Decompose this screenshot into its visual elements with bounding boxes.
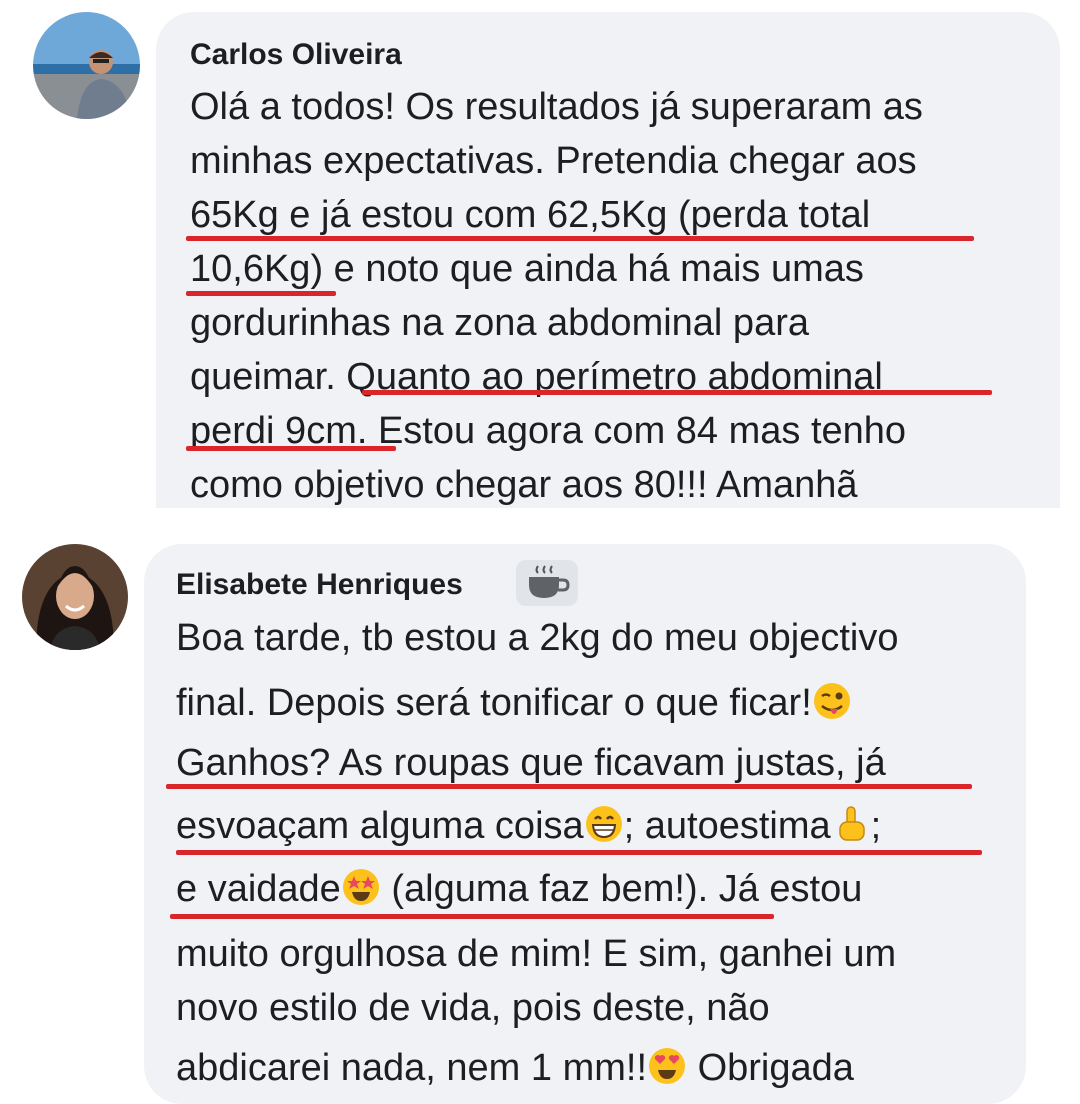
comment-text-line: 65Kg e já estou com 62,5Kg (perda total — [190, 194, 871, 236]
heart-eyes-emoji — [647, 1046, 687, 1086]
grinning-emoji — [584, 804, 624, 844]
comment-text-line: abdicarei nada, nem 1 mm!! Obrigada — [176, 1046, 854, 1089]
highlight-underline — [362, 390, 992, 395]
comment-text-line: Ganhos? As roupas que ficavam justas, já — [176, 742, 886, 784]
author-badge[interactable] — [516, 560, 578, 606]
comment-text-line: muito orgulhosa de mim! E sim, ganhei um — [176, 933, 897, 975]
avatar-carlos[interactable] — [33, 12, 140, 119]
comment-text-line: Boa tarde, tb estou a 2kg do meu objecti… — [176, 617, 899, 659]
star-struck-emoji — [341, 867, 381, 907]
comment-text-line: e vaidade (alguma faz bem!). Já estou — [176, 867, 863, 910]
highlight-underline — [170, 914, 774, 919]
comment-text-line: 10,6Kg) e noto que ainda há mais umas — [190, 248, 864, 290]
highlight-underline — [186, 291, 336, 296]
avatar-elisabete[interactable] — [22, 544, 128, 650]
comment-text-line: esvoaçam alguma coisa; autoestima; — [176, 804, 882, 847]
coffee-cup-icon — [529, 565, 570, 598]
highlight-underline — [186, 236, 974, 241]
highlight-underline — [166, 784, 972, 789]
avatar-photo-icon — [33, 12, 140, 119]
comment-author[interactable]: Elisabete Henriques — [176, 568, 463, 602]
highlight-underline — [176, 850, 982, 855]
avatar-photo-icon — [22, 544, 128, 650]
comment-author[interactable]: Carlos Oliveira — [190, 38, 402, 72]
pointing-up-emoji — [831, 804, 871, 844]
comment-text-line: minhas expectativas. Pretendia chegar ao… — [190, 140, 917, 182]
comment-text-line: gordurinhas na zona abdominal para — [190, 302, 809, 344]
comment-text-line: como objetivo chegar aos 80!!! Amanhã — [190, 464, 858, 506]
comment-text-line: novo estilo de vida, pois deste, não — [176, 987, 770, 1029]
comment-text-line: final. Depois será tonificar o que ficar… — [176, 681, 852, 725]
winking-tongue-emoji — [812, 681, 852, 721]
comment-text-line: Olá a todos! Os resultados já superaram … — [190, 86, 923, 128]
highlight-underline — [186, 446, 396, 451]
